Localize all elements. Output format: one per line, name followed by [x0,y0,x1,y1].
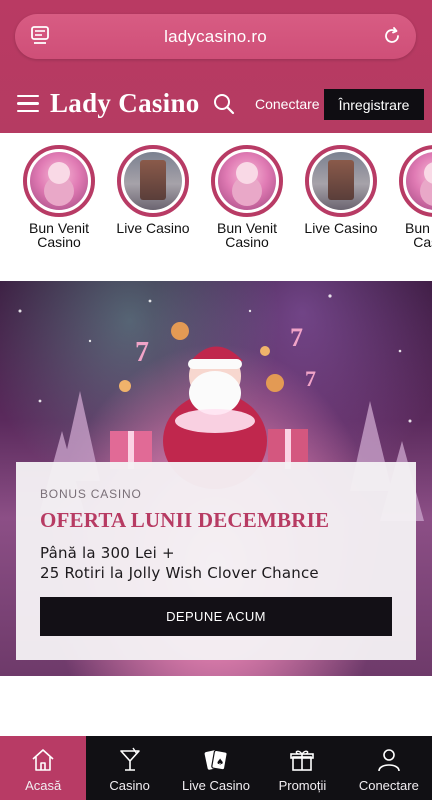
user-icon [378,749,400,772]
bottom-navigation: Acasă Casino ♠ Live Casino Promoții Cone… [0,736,432,800]
story-thumbnail[interactable] [117,145,189,217]
tab-label: Promoții [278,778,327,793]
story-thumbnail[interactable] [399,145,432,217]
tabs-icon[interactable] [31,26,49,46]
story-label: Live Casino [116,220,190,236]
promo-card: BONUS CASINO OFERTA LUNII DECEMBRIE Până… [16,462,416,660]
story-label: Bun Venit Casino [217,220,277,250]
register-button[interactable]: Înregistrare [324,89,424,120]
tab-home[interactable]: Acasă [0,736,87,800]
gift-icon [290,750,315,771]
story-thumbnail[interactable] [211,145,283,217]
tab-casino[interactable]: Casino [86,736,172,800]
story-image [312,152,370,210]
story-image [30,152,88,210]
reload-icon[interactable] [382,26,402,46]
url-text[interactable]: ladycasino.ro [75,27,356,47]
story-image [406,152,432,210]
story-image [124,152,182,210]
tab-label: Casino [109,778,150,793]
stories-row: Bun Venit Casino Live Casino Bun Venit Cas… [0,133,432,281]
promo-title: OFERTA LUNII DECEMBRIE [40,508,330,532]
promo-offer-line-2: 25 Rotiri la Jolly Wish Clover Chance [40,564,319,582]
story-item[interactable]: Bun Venit Casino [202,145,292,249]
story-item[interactable]: Live Casino [108,145,198,235]
svg-text:7: 7 [305,366,316,391]
promo-kicker: BONUS CASINO [40,487,142,501]
story-label: Live Casino [304,220,378,236]
story-label: Bun Venit Casino [405,220,432,250]
svg-text:♠: ♠ [216,758,224,768]
story-thumbnail[interactable] [23,145,95,217]
story-label: Bun Venit Casino [29,220,89,250]
deposit-now-button[interactable]: DEPUNE ACUM [40,597,392,636]
tab-label: Live Casino [182,778,250,793]
browser-address-bar[interactable]: ladycasino.ro [15,14,416,59]
login-link[interactable]: Conectare [255,96,320,112]
tab-login[interactable]: Conectare [346,736,432,800]
story-thumbnail[interactable] [305,145,377,217]
svg-text:7: 7 [135,337,149,368]
search-icon[interactable] [213,93,235,115]
tab-promotions[interactable]: Promoții [259,736,345,800]
tab-label: Conectare [358,778,419,793]
home-icon [32,749,54,771]
story-item[interactable]: Live Casino [296,145,386,235]
tab-label: Acasă [25,778,62,793]
story-image [218,152,276,210]
hamburger-menu-icon[interactable] [17,95,39,113]
site-logo[interactable]: Lady Casino [50,88,200,119]
svg-text:7: 7 [290,323,303,352]
tab-live-casino[interactable]: ♠ Live Casino [173,736,259,800]
cocktail-icon [119,747,140,771]
story-item[interactable]: Bun Venit Casino [14,145,104,249]
story-item[interactable]: Bun Venit Casino [390,145,432,249]
promo-offer-line-1: Până la 300 Lei + [40,544,175,562]
cards-icon: ♠ [204,749,228,771]
